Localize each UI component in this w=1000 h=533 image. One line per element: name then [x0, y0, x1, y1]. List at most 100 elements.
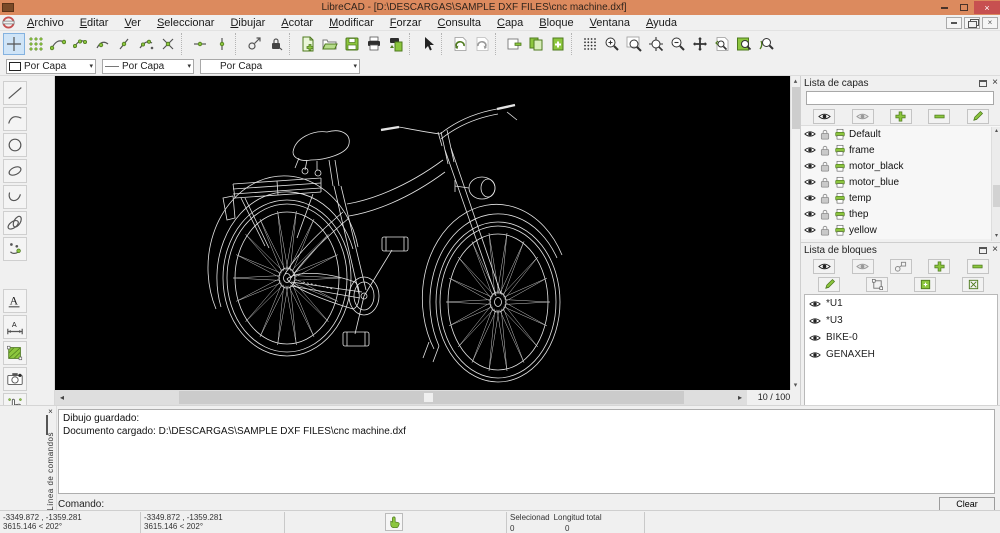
layer-print-icon[interactable] [834, 224, 846, 236]
drawing-canvas[interactable] [55, 76, 790, 390]
float-panel-icon[interactable] [979, 247, 987, 254]
layer-lock-icon[interactable] [819, 208, 831, 220]
block-visible-eye-icon[interactable] [809, 349, 821, 361]
snap-center-button[interactable] [91, 33, 113, 55]
hide-all-blocks-button[interactable] [852, 259, 874, 274]
ellipse-tool-button[interactable] [3, 159, 27, 183]
points-tool-button[interactable] [3, 237, 27, 261]
cut-button[interactable] [503, 33, 525, 55]
menu-item[interactable]: Capa [489, 15, 531, 31]
toggle-block-visibility-button[interactable] [962, 277, 984, 292]
restrict-horizontal-button[interactable] [189, 33, 211, 55]
snap-on-entity-button[interactable] [69, 33, 91, 55]
canvas-vertical-scrollbar[interactable]: ▴ ▾ [790, 76, 800, 390]
open-file-button[interactable] [319, 33, 341, 55]
pen-width-select[interactable]: Por Capa ▾ [102, 59, 194, 74]
paste-button[interactable] [547, 33, 569, 55]
menu-item[interactable]: Dibujar [222, 15, 273, 31]
layer-visible-eye-icon[interactable] [804, 128, 816, 140]
redo-button[interactable] [471, 33, 493, 55]
lock-relative-zero-button[interactable] [265, 33, 287, 55]
edit-block-button[interactable] [818, 277, 840, 292]
layer-visible-eye-icon[interactable] [804, 160, 816, 172]
menu-item[interactable]: Consulta [430, 15, 489, 31]
mdi-minimize-button[interactable] [946, 17, 962, 29]
layer-print-icon[interactable] [834, 176, 846, 188]
layer-print-icon[interactable] [834, 192, 846, 204]
snap-distance-button[interactable] [135, 33, 157, 55]
edit-layer-button[interactable] [967, 109, 989, 124]
free-snap-button[interactable] [3, 33, 25, 55]
hatch-tool-button[interactable] [3, 341, 27, 365]
close-panel-icon[interactable]: × [992, 78, 998, 88]
menu-item[interactable]: Modificar [321, 15, 382, 31]
pen-linetype-select[interactable]: Por Capa ▾ [200, 59, 360, 74]
layer-filter-input[interactable] [806, 91, 994, 105]
layer-row[interactable]: motor_black [801, 158, 1000, 174]
grid-toggle-button[interactable] [579, 33, 601, 55]
layer-lock-icon[interactable] [819, 224, 831, 236]
block-visible-eye-icon[interactable] [809, 332, 821, 344]
edit-block-attributes-button[interactable] [866, 277, 888, 292]
zoom-auto-button[interactable] [645, 33, 667, 55]
layer-row[interactable]: motor_blue [801, 174, 1000, 190]
layer-row[interactable]: frame [801, 142, 1000, 158]
insert-block-button[interactable] [914, 277, 936, 292]
print-button[interactable] [363, 33, 385, 55]
menu-item[interactable]: Archivo [19, 15, 72, 31]
layer-print-icon[interactable] [834, 208, 846, 220]
remove-block-button[interactable] [967, 259, 989, 274]
grid-snap-button[interactable] [25, 33, 47, 55]
maximize-button[interactable] [954, 1, 974, 14]
print-preview-button[interactable] [385, 33, 407, 55]
zoom-pan-button[interactable] [689, 33, 711, 55]
snap-endpoint-button[interactable] [47, 33, 69, 55]
menu-item[interactable]: Forzar [382, 15, 430, 31]
add-block-button[interactable] [928, 259, 950, 274]
close-button[interactable]: × [974, 1, 1000, 14]
layer-print-icon[interactable] [834, 144, 846, 156]
text-tool-button[interactable]: A [3, 289, 27, 313]
layer-row[interactable]: thep [801, 206, 1000, 222]
layer-visible-eye-icon[interactable] [804, 176, 816, 188]
scroll-up-icon[interactable]: ▴ [992, 127, 1000, 136]
mdi-restore-button[interactable] [964, 17, 980, 29]
menu-item[interactable]: Acotar [273, 15, 321, 31]
zoom-window-button[interactable] [623, 33, 645, 55]
scroll-right-icon[interactable]: ▸ [733, 393, 747, 402]
dimension-tool-button[interactable]: A [3, 315, 27, 339]
new-file-button[interactable] [297, 33, 319, 55]
show-all-blocks-button[interactable] [813, 259, 835, 274]
layer-visible-eye-icon[interactable] [804, 224, 816, 236]
circle-tool-button[interactable] [3, 133, 27, 157]
close-panel-icon[interactable]: × [992, 245, 998, 255]
zoom-previous-button[interactable] [711, 33, 733, 55]
menu-item[interactable]: Editar [72, 15, 117, 31]
set-relative-zero-button[interactable] [243, 33, 265, 55]
clear-button[interactable]: Clear [939, 497, 995, 511]
block-visible-eye-icon[interactable] [809, 298, 821, 310]
block-row[interactable]: *U3 [805, 312, 997, 329]
vscroll-thumb[interactable] [792, 87, 800, 129]
layer-visible-eye-icon[interactable] [804, 208, 816, 220]
layer-row[interactable]: yellow [801, 222, 1000, 238]
save-file-button[interactable] [341, 33, 363, 55]
menu-item[interactable]: Bloque [531, 15, 581, 31]
line-tool-button[interactable] [3, 81, 27, 105]
show-all-layers-button[interactable] [813, 109, 835, 124]
layer-print-icon[interactable] [834, 128, 846, 140]
minimize-button[interactable] [934, 1, 954, 14]
block-row[interactable]: *U1 [805, 295, 997, 312]
zoom-selected-button[interactable] [733, 33, 755, 55]
create-block-button[interactable] [890, 259, 912, 274]
layer-print-icon[interactable] [834, 160, 846, 172]
layer-lock-icon[interactable] [819, 160, 831, 172]
mouse-hint-button[interactable] [385, 513, 403, 531]
block-row[interactable]: GENAXEH [805, 346, 997, 363]
menu-item[interactable]: Ver [116, 15, 149, 31]
layer-row[interactable]: Default [801, 126, 1000, 142]
layer-lock-icon[interactable] [819, 192, 831, 204]
scroll-left-icon[interactable]: ◂ [55, 393, 69, 402]
menu-item[interactable]: Ayuda [638, 15, 685, 31]
snap-middle-button[interactable] [113, 33, 135, 55]
